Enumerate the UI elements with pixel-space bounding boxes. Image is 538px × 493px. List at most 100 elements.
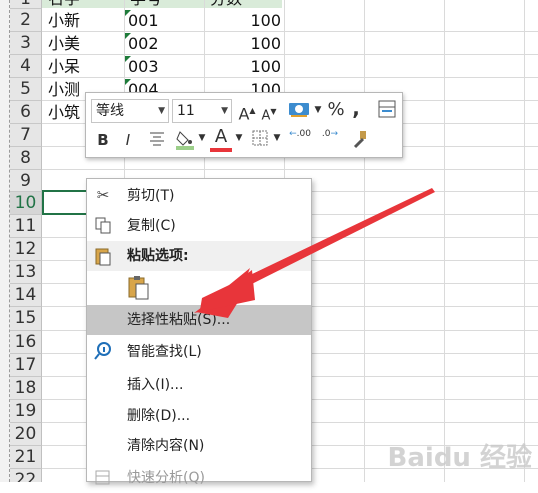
dec-decimal-label: .0 (321, 129, 331, 139)
cell-name[interactable]: 小测 (48, 79, 80, 101)
menu-item-cut[interactable]: ✂ 剪切(T) (87, 181, 311, 211)
cell-id[interactable]: 002 (128, 33, 159, 55)
percent-button[interactable]: % (326, 99, 346, 121)
arrow-left-icon: ← (289, 129, 297, 139)
row-header[interactable]: 13 (10, 261, 42, 284)
header-cell-score[interactable]: 分数 (210, 0, 242, 10)
currency-icon (289, 103, 309, 117)
row-header[interactable]: 3 (10, 32, 42, 55)
decrease-decimal-button[interactable]: .0→ (319, 129, 341, 139)
menu-header-paste-options: 粘贴选项: (87, 241, 311, 271)
accounting-format-button[interactable] (286, 100, 312, 124)
row-header-selected[interactable]: 10 (10, 192, 42, 215)
row-divider (42, 31, 538, 32)
chevron-down-icon[interactable]: ▼ (272, 127, 282, 149)
row-header[interactable]: 16 (10, 331, 42, 354)
quick-analysis-icon (93, 468, 113, 488)
center-align-button[interactable] (146, 129, 168, 153)
col-divider (364, 0, 365, 482)
font-color-swatch (210, 148, 232, 152)
chevron-down-icon: ▼ (158, 106, 165, 116)
search-info-icon (93, 342, 113, 362)
menu-item-paste-special[interactable]: 选择性粘贴(S)... (87, 305, 311, 335)
row-header[interactable]: 7 (10, 124, 42, 147)
cell-id[interactable]: 003 (128, 56, 159, 78)
cell-name[interactable]: 小筑 (48, 102, 80, 124)
bold-button[interactable]: B (94, 129, 112, 151)
format-cells-icon (378, 100, 396, 118)
borders-icon (252, 130, 268, 146)
row-header[interactable]: 11 (10, 215, 42, 238)
menu-item-label: 选择性粘贴(S)... (127, 312, 231, 328)
font-name-value: 等线 (96, 103, 124, 119)
row-divider (42, 169, 538, 170)
cell-name[interactable]: 小美 (48, 33, 80, 55)
cell-id[interactable]: 001 (128, 10, 159, 32)
row-header[interactable]: 22 (10, 469, 42, 482)
row-header[interactable]: 15 (10, 307, 42, 331)
row-header[interactable]: 19 (10, 400, 42, 423)
font-size-select[interactable]: 11 ▼ (172, 99, 232, 123)
copy-icon (93, 216, 113, 236)
row-header[interactable]: 5 (10, 78, 42, 101)
col-divider (524, 0, 525, 482)
row-header[interactable]: 8 (10, 147, 42, 170)
watermark: Baidu 经验 (387, 443, 532, 473)
menu-item-label: 智能查找(L) (127, 344, 202, 360)
menu-item-delete[interactable]: 删除(D)... (87, 401, 311, 431)
menu-item-insert[interactable]: 插入(I)... (87, 370, 311, 400)
menu-item-label: 插入(I)... (127, 377, 184, 393)
cell-name[interactable]: 小新 (48, 10, 80, 32)
inc-decimal-label: .00 (296, 129, 311, 139)
italic-button[interactable]: I (119, 129, 137, 151)
font-name-select[interactable]: 等线 ▼ (91, 99, 169, 123)
borders-button[interactable] (250, 129, 270, 153)
header-cell-name[interactable]: 名字 (48, 0, 80, 10)
context-menu: ✂ 剪切(T) 复制(C) 粘贴选项: 选择性粘贴(S)... 智能查找(L) … (86, 178, 312, 486)
menu-item-copy[interactable]: 复制(C) (87, 211, 311, 241)
chevron-down-icon[interactable]: ▼ (197, 127, 207, 149)
menu-header-label: 粘贴选项: (127, 248, 189, 264)
menu-item-quick-analysis[interactable]: 快速分析(Q) (87, 463, 311, 493)
row-header[interactable]: 4 (10, 55, 42, 78)
comma-button[interactable]: , (348, 97, 364, 119)
format-cells-button[interactable] (376, 99, 398, 125)
row-header[interactable]: 6 (10, 101, 42, 124)
row-divider (42, 54, 538, 55)
paint-bucket-icon (176, 131, 194, 150)
left-margin-strip (0, 0, 10, 482)
grow-font-button[interactable]: A▲ (238, 100, 256, 125)
menu-item-smart-lookup[interactable]: 智能查找(L) (87, 337, 311, 367)
shrink-font-button[interactable]: A▼ (260, 101, 278, 127)
chevron-down-icon: ▼ (221, 106, 228, 116)
format-painter-button[interactable] (348, 129, 370, 155)
menu-item-clear-contents[interactable]: 清除内容(N) (87, 431, 311, 461)
cell-name[interactable]: 小呆 (48, 56, 80, 78)
chevron-down-icon[interactable]: ▼ (313, 99, 323, 121)
menu-item-label: 复制(C) (127, 218, 176, 234)
row-header[interactable]: 14 (10, 284, 42, 307)
row-header[interactable]: 9 (10, 170, 42, 192)
chevron-down-icon[interactable]: ▼ (234, 127, 244, 149)
increase-decimal-button[interactable]: ←.00 (289, 129, 311, 139)
mini-toolbar: 等线 ▼ 11 ▼ A▲ A▼ ▼ % , B I ▼ A ▼ ▼ ←.00 .… (85, 92, 403, 158)
paintbrush-icon (353, 131, 366, 149)
row-header[interactable]: 21 (10, 446, 42, 469)
col-divider (444, 0, 445, 482)
fill-color-button[interactable] (174, 128, 196, 156)
menu-item-label: 清除内容(N) (127, 438, 205, 454)
cell-score[interactable]: 100 (206, 56, 281, 78)
paste-button[interactable] (127, 275, 153, 301)
font-color-button[interactable]: A (210, 126, 232, 152)
row-header[interactable]: 17 (10, 354, 42, 377)
row-divider (42, 77, 538, 78)
row-header[interactable]: 12 (10, 238, 42, 261)
cell-score[interactable]: 100 (206, 33, 281, 55)
header-cell-id[interactable]: 学号 (130, 0, 162, 10)
cell-score[interactable]: 100 (206, 10, 281, 32)
paste-options-row (87, 271, 311, 305)
row-header[interactable]: 2 (10, 9, 42, 32)
row-header[interactable]: 1 (10, 0, 42, 9)
row-header[interactable]: 20 (10, 423, 42, 446)
row-header[interactable]: 18 (10, 377, 42, 400)
